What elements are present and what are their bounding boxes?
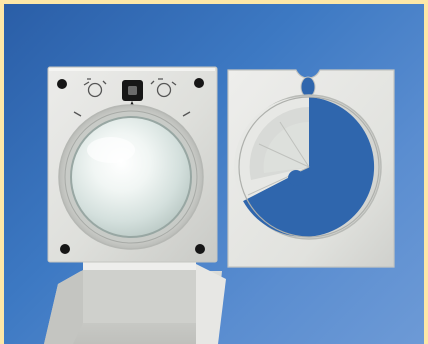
screw — [195, 244, 205, 254]
photo-frame — [0, 0, 428, 344]
sensor-head — [47, 66, 218, 263]
mount-base — [44, 260, 226, 344]
screw — [194, 78, 204, 88]
lens-cover-plate — [227, 69, 395, 268]
sensor-photo — [44, 66, 395, 344]
screw — [57, 79, 67, 89]
screw — [60, 244, 70, 254]
